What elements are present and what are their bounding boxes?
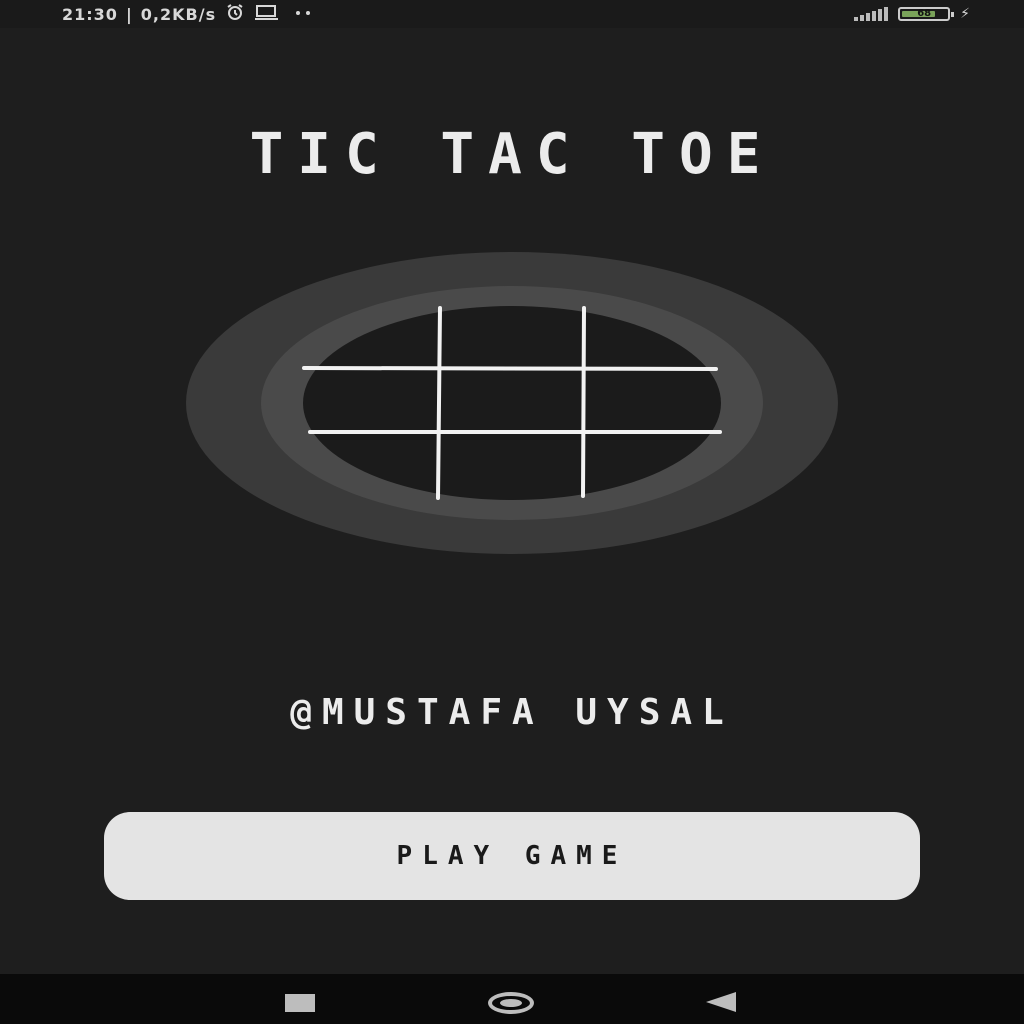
charging-icon: ⚡ bbox=[960, 6, 970, 22]
network-speed: 0,2KB/s bbox=[140, 4, 217, 24]
logo-board bbox=[303, 306, 721, 500]
status-separator: | bbox=[125, 4, 133, 24]
cast-icon bbox=[254, 4, 280, 24]
status-left: 21:30 | 0,2KB/s bbox=[62, 4, 318, 24]
recent-apps-icon[interactable] bbox=[285, 994, 315, 1012]
battery-level: 68 bbox=[917, 8, 932, 19]
back-icon[interactable] bbox=[706, 992, 736, 1012]
tic-tac-toe-logo bbox=[186, 252, 838, 554]
status-right: 68 ⚡ bbox=[854, 6, 970, 22]
navigation-bar bbox=[0, 974, 1024, 1024]
battery-icon: 68 bbox=[898, 7, 955, 21]
alarm-icon bbox=[224, 4, 246, 24]
play-game-button[interactable]: PLAY GAME bbox=[104, 812, 920, 900]
signal-icon bbox=[854, 7, 889, 21]
clock: 21:30 bbox=[62, 4, 118, 24]
app-title: TIC TAC TOE bbox=[249, 122, 775, 187]
home-icon[interactable] bbox=[488, 992, 534, 1014]
more-dots-icon bbox=[288, 4, 318, 24]
author-credit: @MUSTAFA UYSAL bbox=[290, 692, 734, 733]
status-bar: 21:30 | 0,2KB/s 68 ⚡ bbox=[0, 0, 1024, 28]
